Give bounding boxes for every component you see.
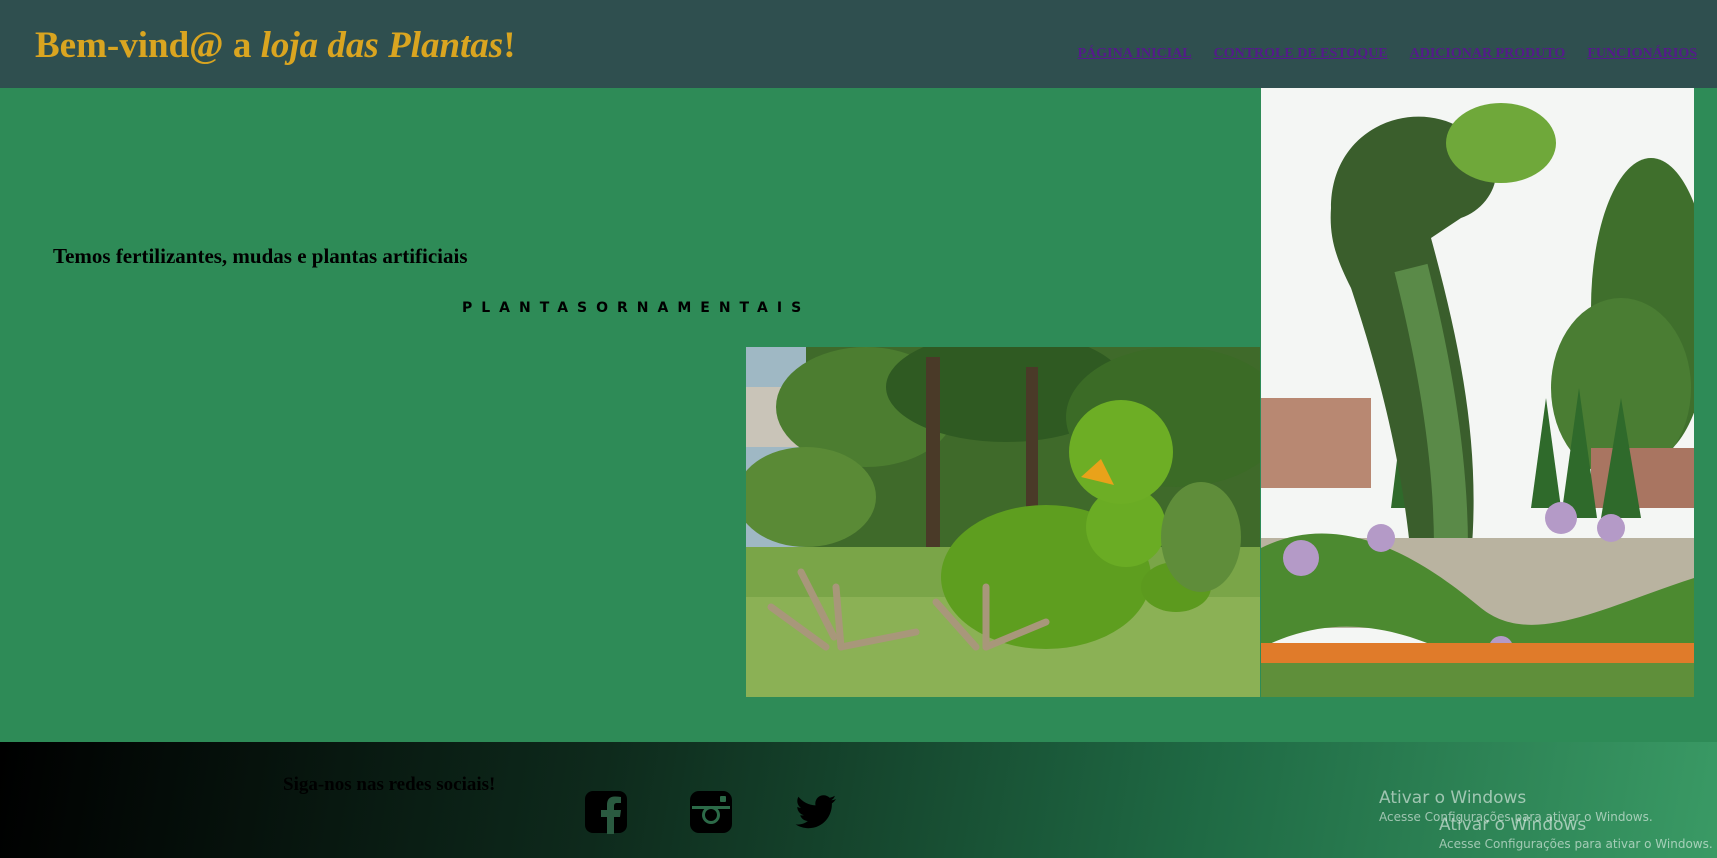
nav-link-stock-control[interactable]: CONTROLE DE ESTOQUE xyxy=(1214,46,1388,62)
windows-activation-watermark-duplicate: Ativar o Windows Acesse Configurações pa… xyxy=(1439,815,1713,851)
main-nav: PÁGINA INICIAL CONTROLE DE ESTOQUE ADICI… xyxy=(1078,46,1697,62)
windows-activation-title-duplicate: Ativar o Windows xyxy=(1439,815,1587,835)
instagram-icon[interactable] xyxy=(689,790,733,834)
topiary-cobra-photo xyxy=(1261,88,1694,697)
site-title-prefix: Bem-vind@ a xyxy=(35,25,261,66)
site-title: Bem-vind@ a loja das Plantas! xyxy=(35,24,516,67)
site-footer: Siga-nos nas redes sociais! Ativar o Win… xyxy=(0,742,1717,858)
site-title-suffix: ! xyxy=(503,25,516,66)
facebook-icon[interactable] xyxy=(584,790,628,834)
topiary-bird-photo xyxy=(746,347,1260,697)
ornamental-plants-label: PLANTASORNAMENTAIS xyxy=(462,300,811,316)
nav-link-employees[interactable]: FUNCIONÁRIOS xyxy=(1587,46,1697,62)
page: Bem-vind@ a loja das Plantas! PÁGINA INI… xyxy=(0,0,1717,858)
nav-link-home[interactable]: PÁGINA INICIAL xyxy=(1078,46,1192,62)
nav-link-add-product[interactable]: ADICIONAR PRODUTO xyxy=(1410,46,1566,62)
intro-text: Temos fertilizantes, mudas e plantas art… xyxy=(53,244,468,268)
follow-us-text: Siga-nos nas redes sociais! xyxy=(283,774,496,795)
windows-activation-title: Ativar o Windows xyxy=(1379,788,1527,808)
site-title-emphasis: loja das Plantas xyxy=(260,25,504,66)
twitter-icon[interactable] xyxy=(794,790,838,834)
site-header: Bem-vind@ a loja das Plantas! PÁGINA INI… xyxy=(0,0,1717,88)
windows-activation-subtitle-duplicate: Acesse Configurações para ativar o Windo… xyxy=(1439,837,1713,851)
